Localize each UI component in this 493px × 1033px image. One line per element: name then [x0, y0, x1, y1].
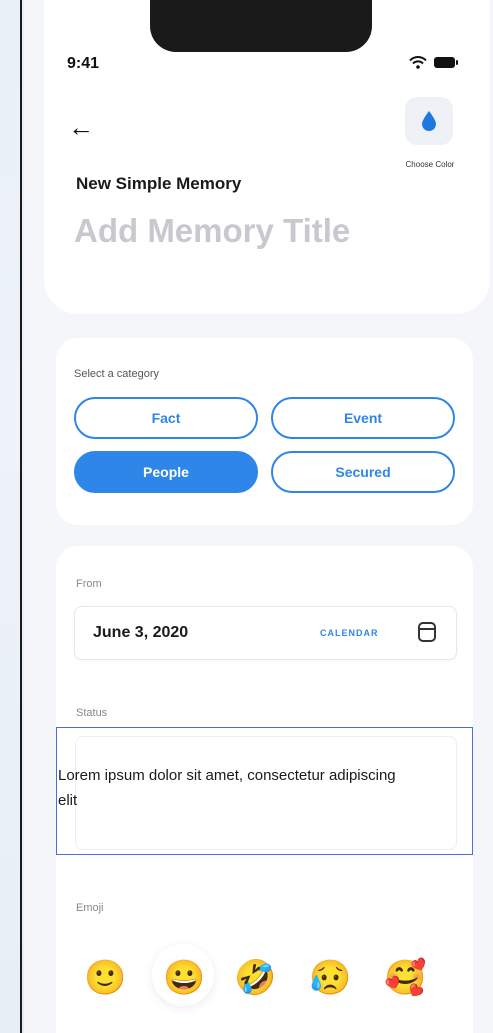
date-field[interactable]: June 3, 2020 CALENDAR	[74, 606, 457, 660]
choose-color-button[interactable]	[405, 97, 453, 145]
calendar-icon[interactable]	[418, 622, 436, 642]
status-time: 9:41	[67, 55, 100, 72]
calendar-link[interactable]: CALENDAR	[320, 628, 379, 638]
date-value: June 3, 2020	[93, 624, 189, 641]
category-secured-button[interactable]: Secured	[271, 451, 455, 493]
choose-color-label: Choose Color	[405, 160, 455, 169]
category-fact-button[interactable]: Fact	[74, 397, 258, 439]
from-label: From	[76, 578, 102, 590]
emoji-label: Emoji	[76, 902, 104, 914]
category-people-button[interactable]: People	[74, 451, 258, 493]
category-label: Select a category	[74, 368, 159, 380]
back-arrow-icon[interactable]: ←	[68, 114, 94, 140]
emoji-rofl-icon[interactable]: 🤣	[234, 958, 276, 998]
wifi-icon	[409, 56, 427, 69]
drop-icon	[422, 111, 436, 131]
category-event-button[interactable]: Event	[271, 397, 455, 439]
emoji-sad-icon[interactable]: 😥	[309, 958, 351, 998]
emoji-smile-icon[interactable]: 🙂	[84, 958, 126, 998]
emoji-picker: 🙂 😀 🤣 😥 🥰	[84, 944, 454, 1008]
phone-screen: 9:41 ← Choose Color New Simple Memory Ad…	[24, 0, 493, 1033]
memory-title-input[interactable]: Add Memory Title	[74, 212, 350, 250]
status-icons	[409, 56, 459, 69]
status-text: Lorem ipsum dolor sit amet, consectetur …	[58, 767, 396, 809]
battery-icon	[434, 57, 458, 68]
left-divider	[20, 0, 22, 1033]
status-label: Status	[76, 707, 108, 719]
device-notch	[150, 0, 372, 52]
memory-type-heading: New Simple Memory	[76, 174, 242, 193]
emoji-love-icon[interactable]: 🥰	[384, 958, 426, 998]
emoji-grin-icon[interactable]: 😀	[163, 958, 205, 998]
